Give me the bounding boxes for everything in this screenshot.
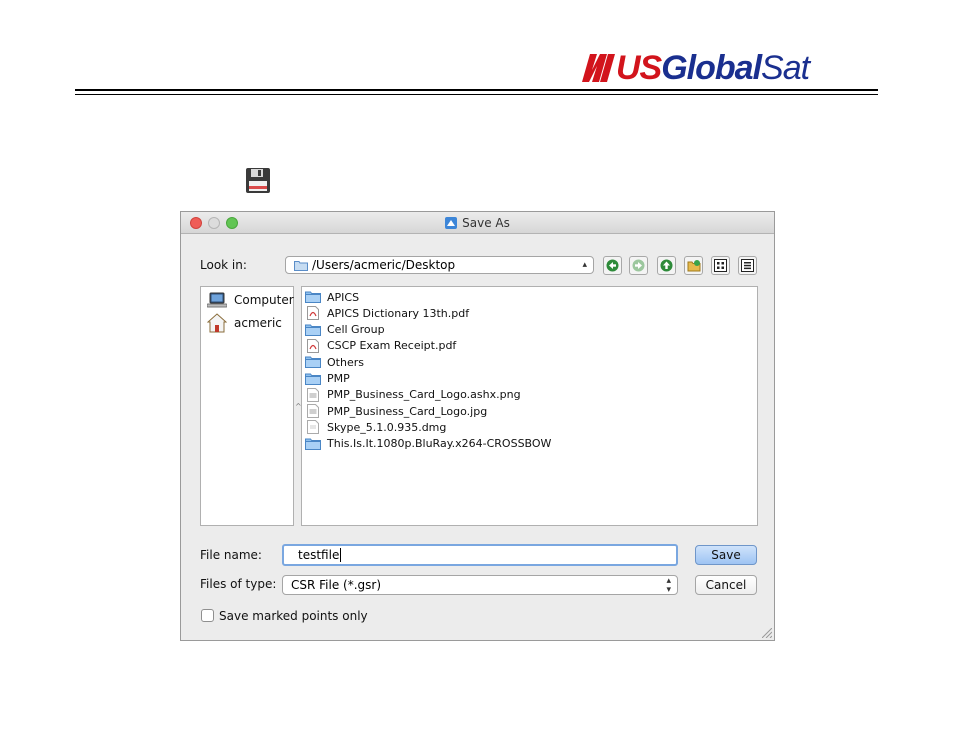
save-label: Save bbox=[711, 548, 741, 562]
text-caret bbox=[340, 548, 342, 562]
file-list-item[interactable]: Others bbox=[305, 354, 364, 370]
usglobalsat-logo: USGlobalSat bbox=[580, 49, 810, 87]
title-bar[interactable]: Save As bbox=[181, 212, 774, 234]
logo-sat: Sat bbox=[761, 49, 810, 87]
pdf-icon bbox=[305, 306, 321, 321]
place-label: acmeric bbox=[234, 316, 282, 330]
file-name: PMP_Business_Card_Logo.jpg bbox=[327, 404, 488, 418]
file-list: APICS APICS Dictionary 13th.pdf Cell Group… bbox=[301, 286, 758, 526]
file-list-item[interactable]: APICS bbox=[305, 289, 359, 305]
list-view-icon bbox=[714, 259, 727, 272]
folder-icon bbox=[305, 437, 321, 450]
file-name: Cell Group bbox=[327, 323, 385, 337]
computer-icon bbox=[207, 292, 227, 308]
logo-global: Global bbox=[661, 49, 762, 87]
file-list-item[interactable]: APICS Dictionary 13th.pdf bbox=[305, 305, 469, 321]
folder-icon bbox=[305, 323, 321, 336]
save-as-dialog: Save As Look in: /Users/acmeric/Desktop … bbox=[180, 211, 775, 641]
updown-arrows-icon: ▴ bbox=[582, 260, 587, 270]
file-list-item[interactable]: CSCP Exam Receipt.pdf bbox=[305, 338, 456, 354]
file-list-item[interactable]: This.Is.It.1080p.BluRay.x264-CROSSBOW bbox=[305, 436, 551, 452]
list-view-button[interactable] bbox=[711, 256, 730, 275]
detail-view-icon bbox=[741, 259, 754, 272]
save-as-icon bbox=[445, 217, 458, 229]
folder-icon bbox=[294, 260, 308, 271]
detail-view-button[interactable] bbox=[738, 256, 757, 275]
back-icon bbox=[606, 259, 619, 272]
file-type-value: CSR File (*.gsr) bbox=[291, 578, 382, 592]
file-icon bbox=[305, 420, 321, 435]
logo-mark-icon bbox=[582, 54, 615, 82]
pdf-icon bbox=[305, 338, 321, 353]
parent-folder-button[interactable] bbox=[657, 256, 676, 275]
back-button[interactable] bbox=[603, 256, 622, 275]
file-name-label: File name: bbox=[200, 548, 262, 562]
image-file-icon bbox=[305, 387, 321, 402]
file-list-item[interactable]: PMP bbox=[305, 371, 350, 387]
file-type-combobox[interactable]: CSR File (*.gsr) ▴ ▾ bbox=[282, 575, 678, 595]
dialog-title: Save As bbox=[181, 212, 774, 234]
look-in-combobox[interactable]: /Users/acmeric/Desktop ▴ bbox=[285, 256, 594, 274]
home-icon bbox=[207, 313, 227, 333]
file-name: Skype_5.1.0.935.dmg bbox=[327, 420, 447, 434]
file-list-item[interactable]: Skype_5.1.0.935.dmg bbox=[305, 419, 446, 435]
file-name: APICS bbox=[327, 290, 360, 304]
folder-icon bbox=[305, 372, 321, 385]
place-home[interactable]: acmeric bbox=[207, 312, 282, 334]
file-name: This.Is.It.1080p.BluRay.x264-CROSSBOW bbox=[327, 437, 552, 451]
file-name-input[interactable]: testfile bbox=[282, 544, 678, 566]
logo-us: US bbox=[616, 49, 662, 87]
new-folder-icon bbox=[687, 260, 700, 272]
save-marked-points-checkbox[interactable] bbox=[201, 609, 214, 622]
cancel-label: Cancel bbox=[705, 578, 747, 592]
logo-text: USGlobalSat bbox=[616, 49, 810, 87]
places-sidebar: Computer acmeric bbox=[200, 286, 294, 526]
look-in-value: /Users/acmeric/Desktop bbox=[312, 258, 456, 272]
floppy-disk-icon bbox=[246, 168, 270, 193]
forward-button[interactable] bbox=[629, 256, 648, 275]
folder-icon bbox=[305, 356, 321, 369]
file-name: PMP bbox=[327, 372, 350, 385]
parent-folder-icon bbox=[660, 259, 673, 272]
file-name: APICS Dictionary 13th.pdf bbox=[327, 306, 470, 320]
file-type-label: Files of type: bbox=[200, 577, 277, 591]
header-rule-thin bbox=[75, 94, 878, 95]
file-list-item[interactable]: Cell Group bbox=[305, 322, 385, 338]
file-list-item[interactable]: PMP_Business_Card_Logo.ashx.png bbox=[305, 387, 521, 403]
file-name: PMP_Business_Card_Logo.ashx.png bbox=[327, 388, 521, 402]
look-in-label: Look in: bbox=[200, 258, 247, 272]
forward-icon bbox=[632, 259, 645, 272]
file-name-value: testfile bbox=[298, 548, 340, 562]
file-list-item[interactable]: PMP_Business_Card_Logo.jpg bbox=[305, 403, 487, 419]
header-rule-thick bbox=[75, 89, 878, 91]
resize-grip-icon[interactable] bbox=[762, 628, 772, 638]
save-marked-points-label[interactable]: Save marked points only bbox=[219, 609, 368, 623]
folder-icon bbox=[305, 291, 321, 304]
file-name: CSCP Exam Receipt.pdf bbox=[327, 339, 457, 353]
save-button[interactable]: Save bbox=[695, 545, 757, 565]
file-name: Others bbox=[327, 355, 364, 369]
new-folder-button[interactable] bbox=[684, 256, 703, 275]
place-computer[interactable]: Computer bbox=[207, 289, 294, 311]
place-label: Computer bbox=[234, 293, 294, 307]
image-file-icon bbox=[305, 404, 321, 419]
updown-arrows-icon: ▴ ▾ bbox=[666, 576, 671, 595]
cancel-button[interactable]: Cancel bbox=[695, 575, 757, 595]
dialog-title-text: Save As bbox=[462, 216, 510, 230]
